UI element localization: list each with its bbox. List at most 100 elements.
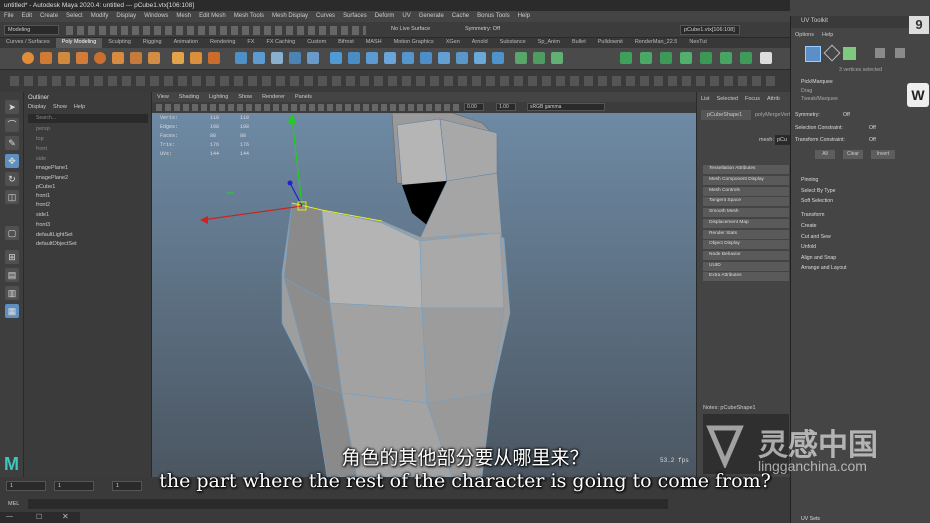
layout-a-icon[interactable]: ▤	[5, 268, 19, 282]
poly-plane-icon[interactable]	[112, 52, 124, 64]
colorspace-dropdown[interactable]: sRGB gamma	[527, 103, 605, 111]
uv-mode-icon[interactable]	[895, 48, 905, 58]
outliner-menu-display[interactable]: Display	[28, 104, 46, 110]
select-tool-icon[interactable]: ➤	[5, 100, 19, 114]
uv-cut-icon[interactable]	[620, 52, 632, 64]
select-all-button[interactable]: All	[815, 150, 835, 159]
section-pinning[interactable]: Pinning	[801, 177, 818, 183]
poly-cube-icon[interactable]	[40, 52, 52, 64]
shelf-tab-custom[interactable]: Custom	[301, 38, 332, 48]
attr-tab-list[interactable]: List	[701, 96, 710, 102]
attr-tab-attrib[interactable]: Attrib	[767, 96, 780, 102]
bevel-icon[interactable]	[366, 52, 378, 64]
mode-tweak-marquee[interactable]: Tweak/Marquee	[801, 96, 838, 102]
viewport-tool-icons[interactable]	[156, 104, 461, 111]
poly-type-icon[interactable]	[190, 52, 202, 64]
minimize-icon[interactable]: —	[6, 513, 13, 520]
super-shape-icon[interactable]	[172, 52, 184, 64]
section-soft-selection[interactable]: Soft Selection	[801, 198, 833, 204]
combine-icon[interactable]	[235, 52, 247, 64]
shelf-tab-poly-modeling[interactable]: Poly Modeling	[55, 38, 103, 48]
uv-menu-help[interactable]: Help	[822, 32, 833, 38]
outliner-item[interactable]: top	[36, 136, 44, 142]
node-tab-shape[interactable]: pCubeShape1	[701, 110, 751, 120]
outliner-item[interactable]: front1	[36, 193, 50, 199]
menu-deform[interactable]: Deform	[375, 13, 395, 20]
outliner-item[interactable]: defaultLightSet	[36, 232, 73, 238]
section-displacement-map[interactable]: Displacement Map	[703, 219, 789, 228]
shelf-tab-rigging[interactable]: Rigging	[137, 38, 168, 48]
menu-select[interactable]: Select	[66, 13, 83, 20]
section-uuid[interactable]: UUID	[703, 262, 789, 271]
section-extra-attributes[interactable]: Extra Attributes	[703, 272, 789, 281]
rotate-tool-icon[interactable]: ↻	[5, 172, 19, 186]
live-surface-label[interactable]: No Live Surface	[388, 25, 444, 35]
uv-layout-icon[interactable]	[680, 52, 692, 64]
menu-mesh[interactable]: Mesh	[176, 13, 191, 20]
selection-field[interactable]: pCube1.vtx[106:108]	[680, 25, 740, 35]
section-unfold[interactable]: Unfold	[801, 244, 816, 250]
status-icons[interactable]	[66, 26, 366, 35]
mode-drag[interactable]: Drag	[801, 88, 812, 94]
uv-auto-icon[interactable]	[533, 52, 545, 64]
shelf-tab-sp-anim[interactable]: Sp_Anim	[532, 38, 566, 48]
3d-viewport[interactable]: Verts: 110 110 Edges: 108 108 Faces: 88 …	[152, 113, 696, 477]
shelf-tab-rendering[interactable]: Rendering	[204, 38, 241, 48]
command-line-input[interactable]	[28, 499, 668, 509]
menu-edit[interactable]: Edit	[22, 13, 32, 20]
append-icon[interactable]	[384, 52, 396, 64]
section-tessellation[interactable]: Tessellation Attributes	[703, 165, 789, 174]
uv-sew-icon[interactable]	[640, 52, 652, 64]
shelf-tab-pulldownit[interactable]: Pulldownit	[592, 38, 629, 48]
section-render-stats[interactable]: Render Stats	[703, 230, 789, 239]
menuset-dropdown[interactable]: Modeling	[4, 25, 59, 35]
menu-edit-mesh[interactable]: Edit Mesh	[199, 13, 226, 20]
poly-disc-icon[interactable]	[130, 52, 142, 64]
outliner-item[interactable]: imagePlane1	[36, 165, 68, 171]
shelf-tab-curves[interactable]: Curves / Surfaces	[0, 38, 56, 48]
menu-curves[interactable]: Curves	[316, 13, 335, 20]
menu-bonus-tools[interactable]: Bonus Tools	[477, 13, 510, 20]
uv-unfold-icon[interactable]	[660, 52, 672, 64]
poly-sphere-icon[interactable]	[22, 52, 34, 64]
maximize-icon[interactable]: ☐	[36, 513, 42, 521]
uv-planar-icon[interactable]	[515, 52, 527, 64]
section-smooth-mesh[interactable]: Smooth Mesh	[703, 208, 789, 217]
vp-menu-panels[interactable]: Panels	[295, 94, 312, 100]
layout-c-icon[interactable]: ▦	[5, 304, 19, 318]
attr-tab-selected[interactable]: Selected	[717, 96, 738, 102]
outliner-item[interactable]: front	[36, 146, 47, 152]
invert-button[interactable]: Invert	[871, 150, 895, 159]
menu-uv[interactable]: UV	[402, 13, 410, 20]
section-arrange-and-layout[interactable]: Arrange and Layout	[801, 265, 847, 271]
menu-create[interactable]: Create	[40, 13, 58, 20]
vp-menu-shading[interactable]: Shading	[179, 94, 199, 100]
menu-help[interactable]: Help	[518, 13, 530, 20]
mesh-name-field[interactable]: pCu	[775, 135, 791, 145]
smooth-icon[interactable]	[271, 52, 283, 64]
selection-constraint-value[interactable]: Off	[869, 125, 876, 131]
gamma-field[interactable]: 1.00	[496, 103, 516, 111]
edge-loop-icon[interactable]	[474, 52, 486, 64]
menu-mesh-display[interactable]: Mesh Display	[272, 13, 308, 20]
menu-cache[interactable]: Cache	[452, 13, 469, 20]
uv-editor-icon[interactable]	[551, 52, 563, 64]
poly-cone-icon[interactable]	[76, 52, 88, 64]
texel-density-icon[interactable]	[760, 52, 772, 64]
vp-menu-renderer[interactable]: Renderer	[262, 94, 285, 100]
fill-hole-icon[interactable]	[402, 52, 414, 64]
vp-menu-lighting[interactable]: Lighting	[209, 94, 228, 100]
menu-modify[interactable]: Modify	[91, 13, 109, 20]
shelf-tab-mash[interactable]: MASH	[360, 38, 388, 48]
symmetry-status[interactable]: Symmetry: Off	[462, 25, 522, 35]
poly-cylinder-icon[interactable]	[58, 52, 70, 64]
vp-menu-show[interactable]: Show	[238, 94, 252, 100]
vertex-mode-icon[interactable]	[805, 46, 821, 62]
quad-draw-icon[interactable]	[492, 52, 504, 64]
section-cut-and-sew[interactable]: Cut and Sew	[801, 234, 831, 240]
outliner-item[interactable]: side	[36, 156, 46, 162]
boolean-icon[interactable]	[289, 52, 301, 64]
outliner-item[interactable]: imagePlane2	[36, 175, 68, 181]
mirror-icon[interactable]	[307, 52, 319, 64]
menu-file[interactable]: File	[4, 13, 14, 20]
